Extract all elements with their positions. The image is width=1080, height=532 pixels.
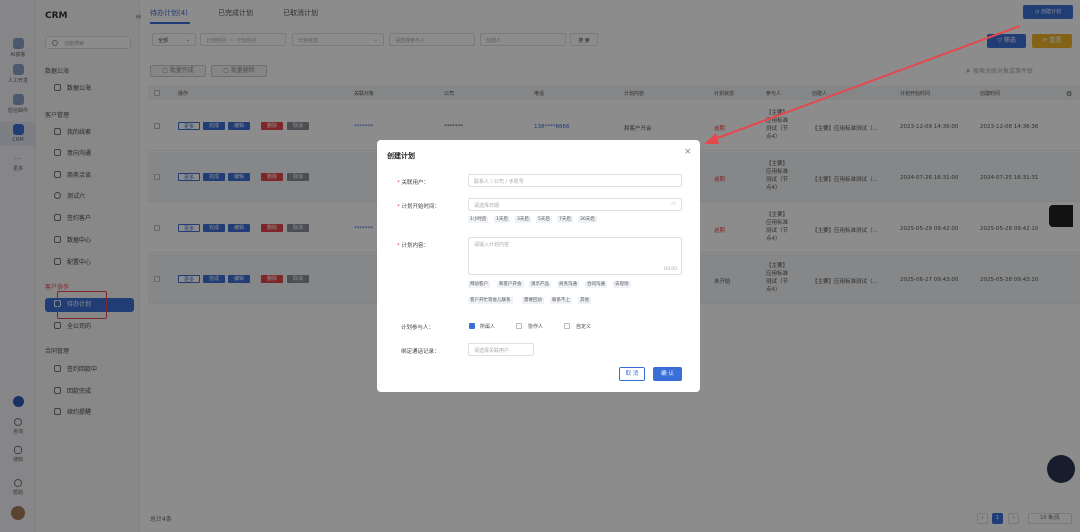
- arrow-head: [704, 133, 719, 144]
- arrow-line: [711, 25, 1021, 141]
- annotation-arrow: [704, 25, 1021, 144]
